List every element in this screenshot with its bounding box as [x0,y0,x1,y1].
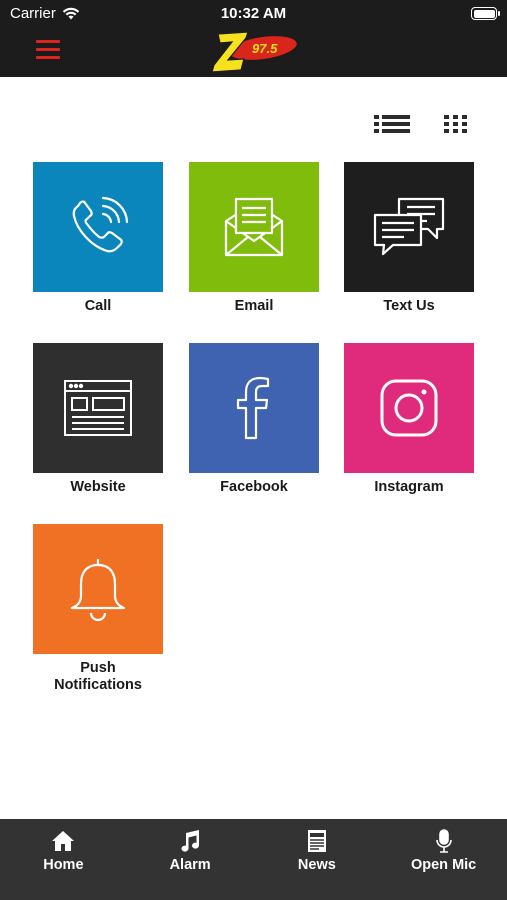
battery-icon [471,7,500,20]
website-tile[interactable]: Website [33,343,163,496]
browser-window-icon [64,380,132,436]
grid-view-toggle[interactable] [443,112,469,136]
tab-news[interactable]: News [254,819,381,900]
call-tile-box[interactable] [33,162,163,292]
tab-home[interactable]: Home [0,819,127,900]
text-us-label: Text Us [383,298,435,314]
hamburger-menu-button[interactable] [36,40,60,60]
push-notifications-tile[interactable]: Push Notifications [33,524,163,694]
tab-news-label: News [297,857,336,873]
phone-icon [72,196,129,253]
tab-home-label: Home [43,857,84,873]
tab-open-mic[interactable]: Open Mic [380,819,507,900]
instagram-tile-box[interactable] [344,343,474,473]
push-notifications-label-line1: Push [80,660,116,676]
facebook-tile-box[interactable] [189,343,319,473]
instagram-tile[interactable]: Instagram [344,343,474,496]
text-us-tile[interactable]: Text Us [344,162,474,315]
website-label: Website [70,479,126,495]
envelope-icon [224,197,284,257]
facebook-label: Facebook [220,479,288,495]
email-label: Email [234,298,274,314]
status-time: 10:32 AM [220,5,287,22]
facebook-icon [236,376,270,440]
push-notifications-tile-box[interactable] [33,524,163,654]
list-view-toggle[interactable] [373,112,411,136]
music-note-icon [181,830,200,852]
microphone-icon [435,829,452,853]
push-notifications-label-line2: Notifications [54,677,142,693]
bottom-tab-bar: Home Alarm News Open Mic [0,819,507,900]
call-tile[interactable]: Call [33,162,163,315]
facebook-tile[interactable]: Facebook [189,343,319,496]
instagram-icon [380,379,438,437]
instagram-label: Instagram [374,479,444,495]
push-notifications-label: Push Notifications [33,660,163,694]
tab-alarm[interactable]: Alarm [127,819,254,900]
tab-alarm-label: Alarm [169,857,211,873]
app-header: Carrier 10:32 AM 97.5 [0,0,507,77]
chat-bubbles-icon [373,197,445,256]
email-tile-box[interactable] [189,162,319,292]
website-tile-box[interactable] [33,343,163,473]
text-us-tile-box[interactable] [344,162,474,292]
status-bar: Carrier 10:32 AM [0,0,507,28]
bell-icon [70,559,126,622]
email-tile[interactable]: Email [189,162,319,315]
svg-text:97.5: 97.5 [252,41,278,56]
tab-open-mic-label: Open Mic [410,857,477,873]
call-label: Call [84,298,112,314]
home-icon [52,831,75,851]
station-logo: 97.5 [211,31,297,73]
newspaper-icon [307,830,326,852]
